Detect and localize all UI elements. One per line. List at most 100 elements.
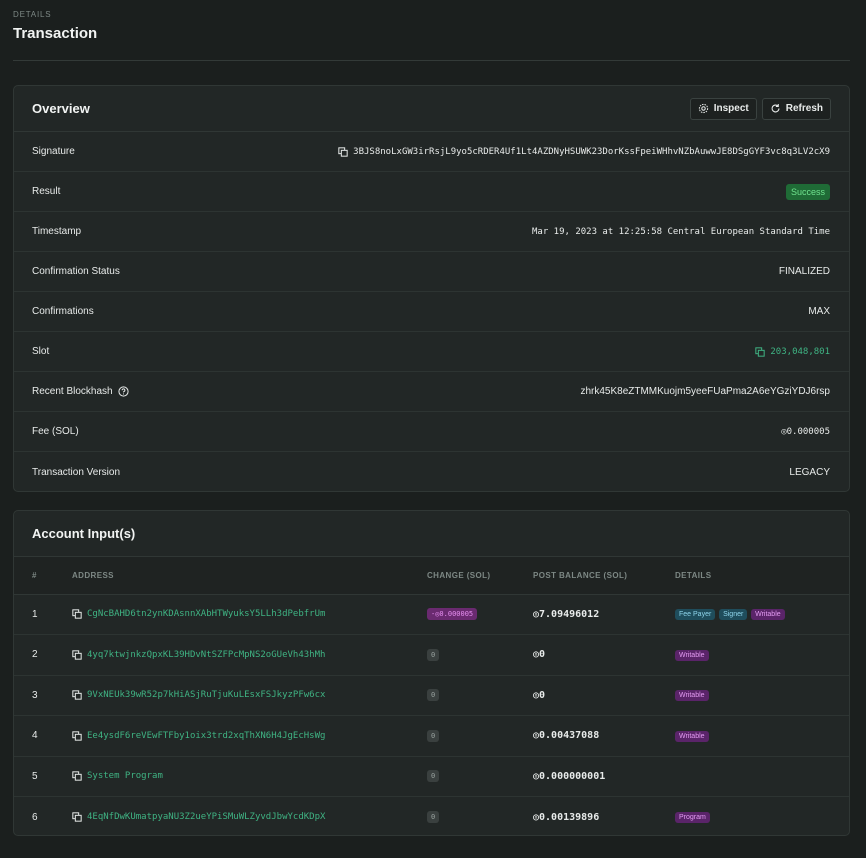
post-balance: ◎0: [533, 689, 546, 701]
row-change-cell: 0: [427, 675, 533, 716]
overview-title: Overview: [32, 101, 90, 116]
slot-label: Slot: [32, 346, 50, 357]
timestamp-value: Mar 19, 2023 at 12:25:58 Central Europea…: [531, 226, 830, 237]
confirmation-status-value: FINALIZED: [778, 266, 830, 277]
address-link[interactable]: 4yq7ktwjnkzQpxKL39HDvNtSZFPcMpNS2oGUeVh4…: [87, 650, 325, 660]
result-value: Success: [785, 183, 830, 200]
inspect-button[interactable]: Inspect: [689, 97, 757, 120]
help-icon[interactable]: [118, 386, 129, 397]
row-post-cell: ◎0.00139896: [533, 797, 675, 836]
row-change-cell: 0: [427, 756, 533, 797]
blockhash-label: Recent Blockhash: [32, 386, 129, 397]
confirmations-row: Confirmations MAX: [14, 292, 849, 332]
fee-label: Fee (SOL): [32, 426, 79, 437]
row-post-cell: ◎7.09496012: [533, 594, 675, 635]
row-details-cell: Fee Payer Signer Writable: [675, 594, 849, 635]
row-address-cell: System Program: [72, 756, 427, 797]
copy-icon[interactable]: [72, 690, 82, 700]
post-balance: ◎7.09496012: [533, 608, 600, 620]
row-change-cell: -◎0.000005: [427, 594, 533, 635]
change-badge: -◎0.000005: [427, 608, 478, 621]
account-inputs-card: Account Input(s) # ADDRESS CHANGE (SOL) …: [13, 510, 850, 836]
address-link[interactable]: System Program: [87, 771, 163, 781]
confirmations-label: Confirmations: [32, 306, 94, 317]
refresh-icon: [771, 104, 780, 113]
copy-icon[interactable]: [72, 812, 82, 822]
table-row: 2 4yq7ktwjnkzQpxKL39HDvNtSZFPcMpNS2oGUeVh…: [14, 634, 849, 676]
copy-icon[interactable]: [72, 650, 82, 660]
row-address-cell: Ee4ysdF6reVEwFTFby1oix3trd2xqThXN6H4JgEc…: [72, 715, 427, 757]
row-address-cell: 9VxNEUk39wR52p7kHiASjRuTjuKuLEsxFSJkyzPF…: [72, 675, 427, 716]
refresh-button[interactable]: Refresh: [761, 97, 831, 120]
change-badge: 0: [427, 770, 440, 783]
slot-row: Slot 203,048,801: [14, 332, 849, 372]
gear-icon: [698, 103, 708, 114]
table-row: 3 9VxNEUk39wR52p7kHiASjRuTjuKuLEsxFSJkyzP…: [14, 675, 849, 716]
blockhash-value: zhrk45K8eZTMMKuojm5yeeFUaPma2A6eYGziYDJ6…: [580, 386, 830, 397]
overview-header: Overview Inspect Refresh: [14, 86, 849, 132]
signature-value: 3BJS8noLxGW3irRsjL9yo5cRDER4Uf1Lt4AZDNyH…: [338, 147, 830, 157]
row-details-cell: Writable: [675, 634, 849, 676]
confirmation-status-row: Confirmation Status FINALIZED: [14, 252, 849, 292]
detail-badge: Fee Payer: [675, 609, 716, 621]
table-row: 6 4EqNfDwKUmatpyaNU3Z2ueYPiSMuWLZyvdJbwYc…: [14, 797, 849, 836]
status-badge: Success: [785, 183, 830, 200]
copy-icon[interactable]: [72, 771, 82, 781]
inspect-label: Inspect: [713, 103, 749, 114]
row-details-cell: Writable: [675, 715, 849, 757]
version-row: Transaction Version LEGACY: [14, 452, 849, 491]
version-value: LEGACY: [789, 466, 830, 478]
row-post-cell: ◎0.000000001: [533, 756, 675, 797]
confirmation-status-label: Confirmation Status: [32, 266, 120, 277]
table-row: 5 System Program 0 ◎0.000000001: [14, 756, 849, 797]
address-link[interactable]: 4EqNfDwKUmatpyaNU3Z2ueYPiSMuWLZyvdJbwYcd…: [87, 812, 325, 822]
row-number: 3: [14, 675, 72, 716]
accounts-table: # ADDRESS CHANGE (SOL) POST BALANCE (SOL…: [14, 557, 849, 836]
detail-badge: Writable: [675, 649, 709, 661]
timestamp-label: Timestamp: [32, 226, 82, 237]
copy-icon[interactable]: [72, 731, 82, 741]
table-row: 1 CgNcBAHD6tn2ynKDAsnnXAbHTWyuksY5LLh3dPe…: [14, 594, 849, 635]
post-balance: ◎0.000000001: [533, 770, 606, 782]
slot-value: 203,048,801: [755, 347, 830, 357]
accounts-header-row: # ADDRESS CHANGE (SOL) POST BALANCE (SOL…: [14, 557, 849, 595]
result-row: Result Success: [14, 172, 849, 212]
address-link[interactable]: CgNcBAHD6tn2ynKDAsnnXAbHTWyuksY5LLh3dPeb…: [87, 609, 325, 619]
change-badge: 0: [427, 689, 440, 702]
row-details-cell: Writable: [675, 675, 849, 716]
row-address-cell: 4yq7ktwjnkzQpxKL39HDvNtSZFPcMpNS2oGUeVh4…: [72, 634, 427, 676]
signature-text: 3BJS8noLxGW3irRsjL9yo5cRDER4Uf1Lt4AZDNyH…: [353, 146, 830, 157]
account-inputs-title: Account Input(s): [32, 526, 136, 541]
table-row: 4 Ee4ysdF6reVEwFTFby1oix3trd2xqThXN6H4JgE…: [14, 715, 849, 757]
col-details: DETAILS: [675, 557, 849, 595]
row-address-cell: CgNcBAHD6tn2ynKDAsnnXAbHTWyuksY5LLh3dPeb…: [72, 594, 427, 635]
account-inputs-header: Account Input(s): [14, 511, 849, 557]
version-label: Transaction Version: [32, 466, 121, 478]
fee-value: ◎0.000005: [781, 426, 830, 437]
copy-icon[interactable]: [755, 346, 766, 357]
address-link[interactable]: 9VxNEUk39wR52p7kHiASjRuTjuKuLEsxFSJkyzPF…: [87, 690, 325, 700]
col-post-balance: POST BALANCE (SOL): [533, 557, 675, 595]
copy-icon[interactable]: [72, 609, 82, 619]
detail-badge: Writable: [751, 609, 785, 621]
blockhash-label-text: Recent Blockhash: [32, 386, 113, 397]
row-post-cell: ◎0.00437088: [533, 715, 675, 757]
col-change: CHANGE (SOL): [427, 557, 533, 595]
row-change-cell: 0: [427, 797, 533, 836]
result-label: Result: [32, 186, 61, 197]
address-link[interactable]: Ee4ysdF6reVEwFTFby1oix3trd2xqThXN6H4JgEc…: [87, 731, 325, 741]
slot-link[interactable]: 203,048,801: [770, 347, 830, 357]
row-number: 1: [14, 594, 72, 635]
row-post-cell: ◎0: [533, 634, 675, 676]
accounts-body: 1 CgNcBAHD6tn2ynKDAsnnXAbHTWyuksY5LLh3dPe…: [14, 594, 849, 836]
refresh-label: Refresh: [785, 103, 823, 114]
change-badge: 0: [427, 648, 440, 661]
copy-icon[interactable]: [338, 146, 348, 157]
signature-label: Signature: [32, 146, 75, 157]
change-badge: 0: [427, 811, 440, 823]
row-change-cell: 0: [427, 715, 533, 757]
row-post-cell: ◎0: [533, 675, 675, 716]
detail-badge: Writable: [675, 730, 709, 742]
row-number: 4: [14, 715, 72, 757]
post-balance: ◎0: [533, 649, 546, 661]
